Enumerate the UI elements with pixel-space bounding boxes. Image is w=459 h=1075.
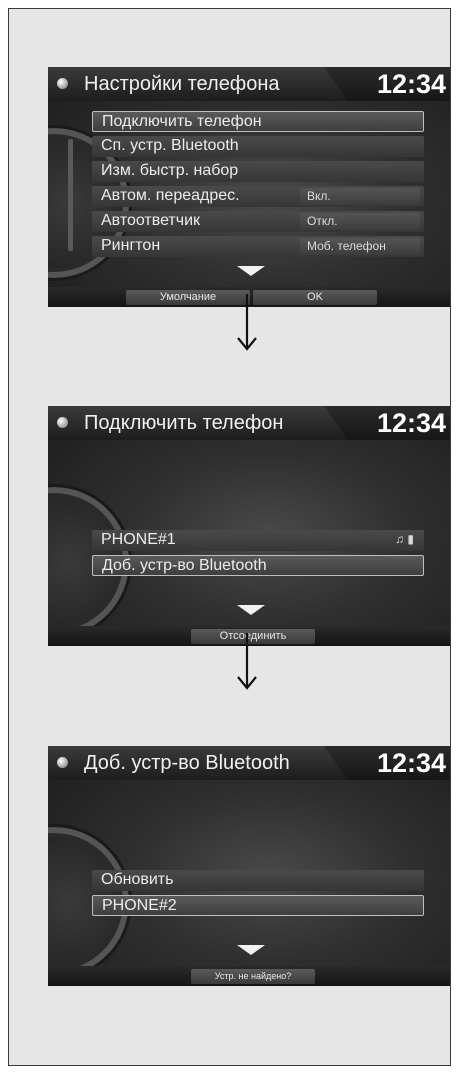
menu-item-label: Подключить телефон	[102, 113, 262, 130]
arrow-down-icon	[237, 294, 257, 351]
screen-title: Подключить телефон	[84, 412, 284, 434]
menu-item-label: Сп. устр. Bluetooth	[101, 137, 239, 154]
music-and-battery-icon: ♫ ▮	[395, 532, 414, 546]
menu-item-label: Рингтон	[101, 237, 161, 254]
menu-item-label: PHONE#2	[102, 897, 177, 914]
clock: 12:34	[376, 69, 446, 99]
clock: 12:34	[376, 408, 446, 438]
softkey-bar: Устр. не найдено?	[48, 966, 450, 986]
menu-item-label: Обновить	[101, 871, 174, 888]
menu-item-auto-transfer[interactable]: Автом. переадрес. Вкл.	[92, 186, 424, 207]
instruction-frame: Настройки телефона 12:34 Подключить теле…	[8, 8, 451, 1066]
title-bar: Подключить телефон 12:34	[48, 406, 450, 440]
phone-settings-screen: Настройки телефона 12:34 Подключить теле…	[48, 67, 450, 307]
menu-item-value: Моб. телефон	[307, 239, 386, 253]
screen-title: Настройки телефона	[84, 73, 280, 95]
clock: 12:34	[376, 748, 446, 778]
menu-item-label: Автом. переадрес.	[101, 187, 240, 204]
arrow-down-icon	[237, 633, 257, 690]
list-item-add-bluetooth-device[interactable]: Доб. устр-во Bluetooth	[92, 555, 424, 576]
chevron-down-icon[interactable]	[237, 605, 265, 615]
title-bar: Доб. устр-во Bluetooth 12:34	[48, 746, 450, 780]
menu-item-value: Откл.	[307, 214, 338, 228]
menu-item-connect-phone[interactable]: Подключить телефон	[92, 111, 424, 132]
list-item-phone2[interactable]: PHONE#2	[92, 895, 424, 916]
menu-item-label: Изм. быстр. набор	[101, 162, 239, 179]
menu-item-value: Вкл.	[307, 189, 331, 203]
menu-item-label: Автоответчик	[101, 212, 201, 229]
status-dot-icon	[57, 78, 68, 89]
title-bar: Настройки телефона 12:34	[48, 67, 450, 101]
menu-item-ringtone[interactable]: Рингтон Моб. телефон	[92, 236, 424, 257]
ok-softkey[interactable]: OK	[253, 290, 377, 305]
status-dot-icon	[57, 757, 68, 768]
connect-phone-screen: Подключить телефон 12:34 PHONE#1 ♫ ▮ Доб…	[48, 406, 450, 646]
chevron-down-icon[interactable]	[237, 945, 265, 955]
menu-item-auto-answer[interactable]: Автоответчик Откл.	[92, 211, 424, 232]
screen-title: Доб. устр-во Bluetooth	[84, 752, 290, 774]
chevron-down-icon[interactable]	[237, 266, 265, 276]
device-not-found-softkey[interactable]: Устр. не найдено?	[191, 969, 315, 984]
scrollbar[interactable]	[68, 139, 73, 251]
status-dot-icon	[57, 417, 68, 428]
list-item-refresh[interactable]: Обновить	[92, 870, 424, 891]
menu-item-speed-dial[interactable]: Изм. быстр. набор	[92, 161, 424, 182]
list-item-phone1[interactable]: PHONE#1 ♫ ▮	[92, 530, 424, 551]
add-bluetooth-device-screen: Доб. устр-во Bluetooth 12:34 Обновить PH…	[48, 746, 450, 986]
default-softkey[interactable]: Умолчание	[126, 290, 250, 305]
menu-item-label: Доб. устр-во Bluetooth	[102, 557, 267, 574]
menu-item-label: PHONE#1	[101, 531, 176, 548]
menu-item-bluetooth-list[interactable]: Сп. устр. Bluetooth	[92, 136, 424, 157]
